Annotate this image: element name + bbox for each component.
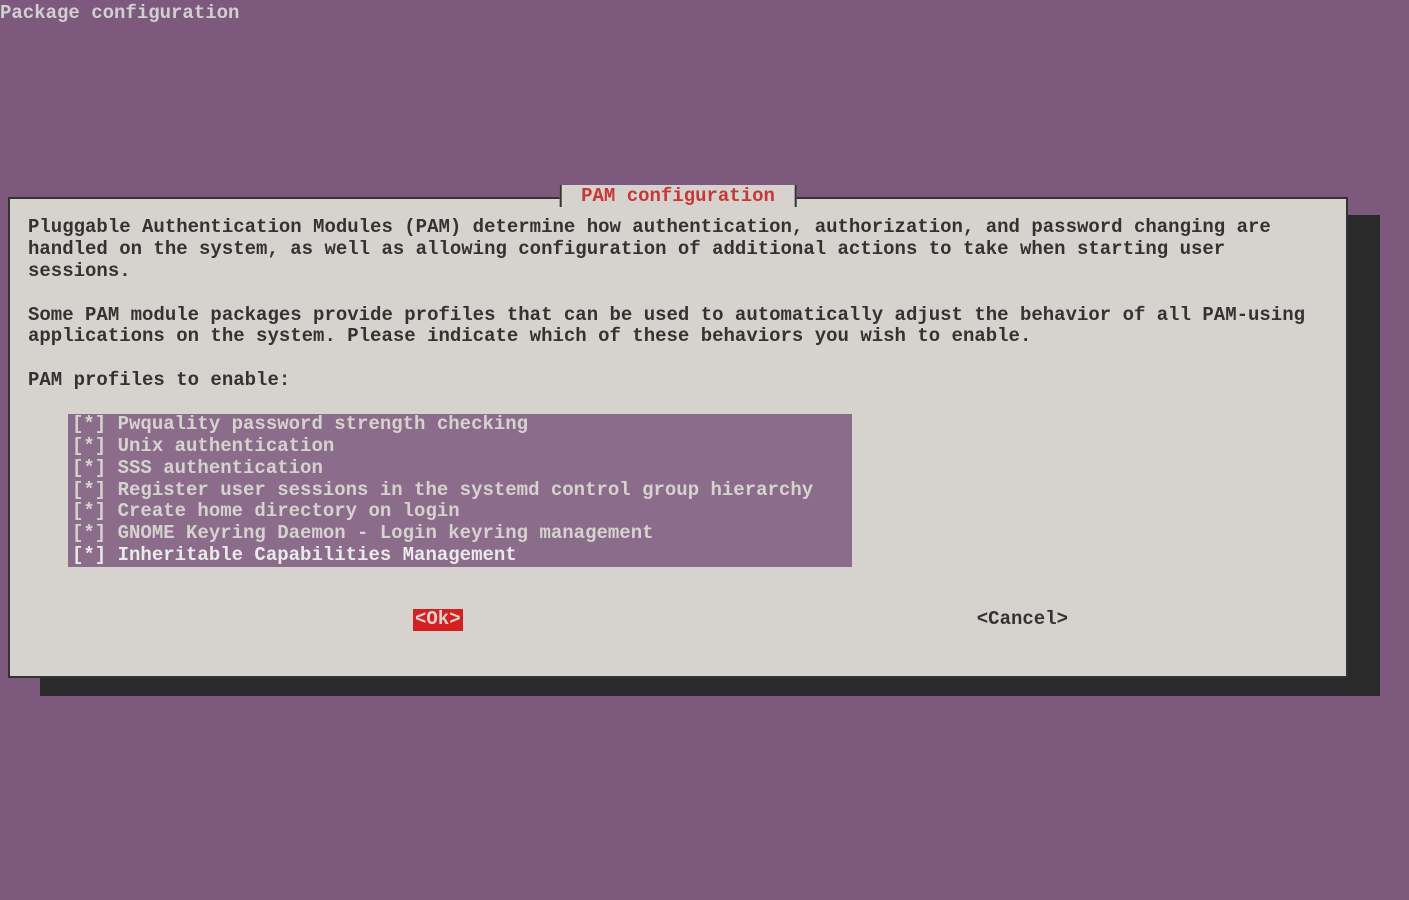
- option-item-gnome-keyring[interactable]: [*] GNOME Keyring Daemon - Login keyring…: [68, 523, 852, 545]
- page-header: Package configuration: [0, 0, 1409, 26]
- option-item-pwquality[interactable]: [*] Pwquality password strength checking: [68, 414, 852, 436]
- dialog-prompt: PAM profiles to enable:: [28, 370, 1328, 392]
- dialog-paragraph-1: Pluggable Authentication Modules (PAM) d…: [28, 217, 1328, 283]
- option-item-systemd[interactable]: [*] Register user sessions in the system…: [68, 480, 852, 502]
- option-label: Pwquality password strength checking: [118, 413, 528, 435]
- option-item-unix[interactable]: [*] Unix authentication: [68, 436, 852, 458]
- option-label: SSS authentication: [118, 457, 323, 479]
- option-label: Create home directory on login: [118, 500, 460, 522]
- option-item-homedir[interactable]: [*] Create home directory on login: [68, 501, 852, 523]
- option-label: Inheritable Capabilities Management: [118, 544, 517, 566]
- option-label: GNOME Keyring Daemon - Login keyring man…: [118, 522, 654, 544]
- dialog-paragraph-2: Some PAM module packages provide profile…: [28, 305, 1328, 349]
- ok-button[interactable]: <Ok>: [413, 609, 463, 631]
- option-item-capabilities[interactable]: [*] Inheritable Capabilities Management: [68, 545, 852, 567]
- cancel-button[interactable]: <Cancel>: [977, 609, 1068, 631]
- option-label: Unix authentication: [118, 435, 335, 457]
- buttons-row: <Ok> <Cancel>: [28, 609, 1328, 631]
- dialog-title: PAM configuration: [560, 185, 797, 207]
- dialog-content: Pluggable Authentication Modules (PAM) d…: [10, 199, 1346, 631]
- option-label: Register user sessions in the systemd co…: [118, 479, 814, 501]
- option-item-sss[interactable]: [*] SSS authentication: [68, 458, 852, 480]
- dialog: PAM configuration Pluggable Authenticati…: [8, 197, 1348, 678]
- options-list: [*] Pwquality password strength checking…: [68, 414, 852, 567]
